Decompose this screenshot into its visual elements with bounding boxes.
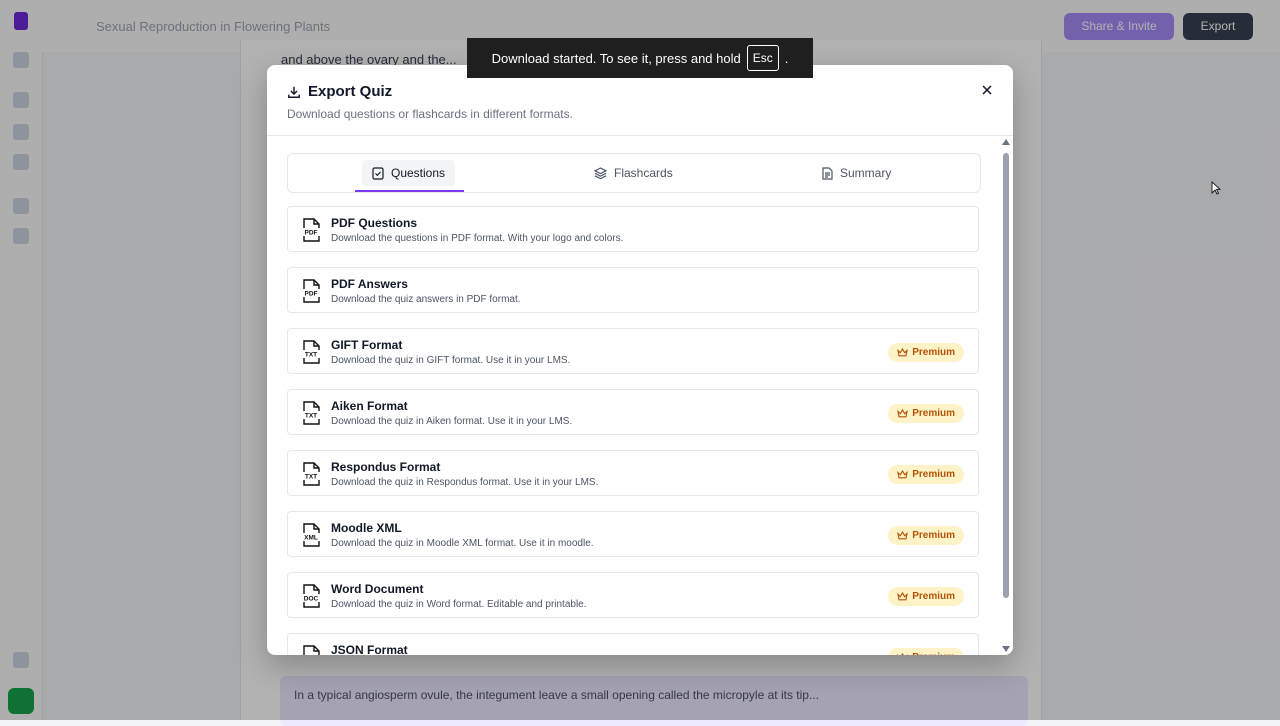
layers-icon bbox=[594, 167, 607, 179]
close-button[interactable] bbox=[975, 78, 999, 102]
export-option-title: JSON Format bbox=[331, 643, 408, 655]
crown-icon bbox=[897, 653, 909, 655]
dialog-scrollbar[interactable] bbox=[1002, 139, 1010, 652]
export-option-title: GIFT Format bbox=[331, 338, 403, 352]
dialog-description: Download questions or flashcards in diff… bbox=[287, 107, 573, 121]
export-option-description: Download the questions in PDF format. Wi… bbox=[331, 233, 624, 244]
premium-label: Premium bbox=[912, 408, 955, 419]
premium-badge: Premium bbox=[888, 404, 964, 423]
file-type-label: TXT bbox=[305, 474, 317, 481]
export-option-description: Download the quiz in Moodle XML format. … bbox=[331, 538, 594, 549]
export-option-title: Respondus Format bbox=[331, 460, 441, 474]
file-json-icon: JSON bbox=[303, 645, 320, 655]
crown-icon bbox=[897, 531, 909, 540]
file-txt-icon: TXT bbox=[301, 340, 321, 364]
export-option-description: Download the quiz in Word format. Editab… bbox=[331, 599, 587, 610]
toast-suffix: . bbox=[784, 50, 789, 66]
file-type-label: DOC bbox=[304, 596, 319, 603]
file-pdf-icon: PDF bbox=[301, 279, 321, 303]
dialog-title: Export Quiz bbox=[308, 83, 393, 100]
file-type-label: PDF bbox=[305, 230, 318, 237]
export-option[interactable]: TXT Respondus Format Download the quiz in … bbox=[287, 450, 979, 496]
active-tab-indicator bbox=[355, 190, 464, 192]
premium-label: Premium bbox=[912, 652, 955, 655]
file-type-label: XML bbox=[304, 535, 318, 542]
export-option[interactable]: TXT GIFT Format Download the quiz in GIFT … bbox=[287, 328, 979, 374]
scrollbar-thumb[interactable] bbox=[1003, 153, 1009, 598]
crown-icon bbox=[897, 348, 909, 357]
scroll-down-arrow-icon[interactable] bbox=[1002, 646, 1010, 652]
export-option[interactable]: PDF PDF Answers Download the quiz answers … bbox=[287, 267, 979, 313]
clipboard-check-icon bbox=[372, 166, 384, 180]
premium-badge: Premium bbox=[888, 587, 964, 606]
export-option-description: Download the quiz in Respondus format. U… bbox=[331, 477, 599, 488]
tab-summary[interactable]: Summary bbox=[812, 160, 901, 186]
crown-icon bbox=[897, 470, 909, 479]
export-option-title: PDF Answers bbox=[331, 277, 408, 291]
tab-label: Summary bbox=[840, 166, 892, 180]
export-option-title: Word Document bbox=[331, 582, 424, 596]
premium-badge: Premium bbox=[888, 465, 964, 484]
download-toast: Download started. To see it, press and h… bbox=[467, 38, 813, 78]
dialog-title-row: Export Quiz bbox=[287, 83, 392, 100]
export-option[interactable]: XML Moodle XML Download the quiz in Moodle… bbox=[287, 511, 979, 557]
file-doc-icon: DOC bbox=[301, 584, 321, 608]
export-option[interactable]: DOC Word Document Download the quiz in Wor… bbox=[287, 572, 979, 618]
export-option[interactable]: TXT Aiken Format Download the quiz in Aike… bbox=[287, 389, 979, 435]
file-xml-icon: XML bbox=[301, 523, 321, 547]
export-quiz-dialog: Export Quiz Download questions or flashc… bbox=[267, 65, 1013, 655]
export-option-title: PDF Questions bbox=[331, 216, 418, 230]
dialog-body: Questions Flashcards Summary PDF PDF Ques… bbox=[267, 136, 1013, 655]
crown-icon bbox=[897, 592, 909, 601]
export-option-title: Aiken Format bbox=[331, 399, 408, 413]
tab-flashcards[interactable]: Flashcards bbox=[584, 160, 683, 186]
file-type-label: TXT bbox=[305, 413, 317, 420]
premium-label: Premium bbox=[912, 347, 955, 358]
toast-message: Download started. To see it, press and h… bbox=[491, 50, 741, 66]
document-icon bbox=[822, 166, 833, 180]
export-option[interactable]: PDF PDF Questions Download the questions i… bbox=[287, 206, 979, 252]
premium-label: Premium bbox=[912, 591, 955, 602]
premium-badge: Premium bbox=[888, 526, 964, 545]
crown-icon bbox=[897, 409, 909, 418]
file-pdf-icon: PDF bbox=[301, 218, 321, 242]
esc-key-hint: Esc bbox=[746, 45, 779, 71]
export-option-description: Download the quiz in Aiken format. Use i… bbox=[331, 416, 573, 427]
tab-label: Questions bbox=[391, 166, 446, 180]
file-type-label: PDF bbox=[305, 291, 318, 298]
tab-label: Flashcards bbox=[614, 166, 673, 180]
export-option-description: Download the quiz answers in PDF format. bbox=[331, 294, 521, 305]
export-option-title: Moodle XML bbox=[331, 521, 402, 535]
premium-badge: Premium bbox=[888, 648, 964, 655]
export-option-description: Download the quiz in GIFT format. Use it… bbox=[331, 355, 571, 366]
scroll-up-arrow-icon[interactable] bbox=[1002, 139, 1010, 145]
download-icon bbox=[288, 86, 300, 98]
export-option[interactable]: JSON JSON Format Premium bbox=[287, 633, 979, 655]
file-txt-icon: TXT bbox=[301, 401, 321, 425]
format-tabs: Questions Flashcards Summary bbox=[287, 153, 981, 193]
mouse-cursor-icon bbox=[1211, 181, 1221, 195]
premium-label: Premium bbox=[912, 469, 955, 480]
file-type-label: TXT bbox=[305, 352, 317, 359]
premium-badge: Premium bbox=[888, 343, 964, 362]
close-icon bbox=[982, 85, 992, 95]
premium-label: Premium bbox=[912, 530, 955, 541]
file-txt-icon: TXT bbox=[301, 462, 321, 486]
tab-questions[interactable]: Questions bbox=[362, 160, 456, 186]
